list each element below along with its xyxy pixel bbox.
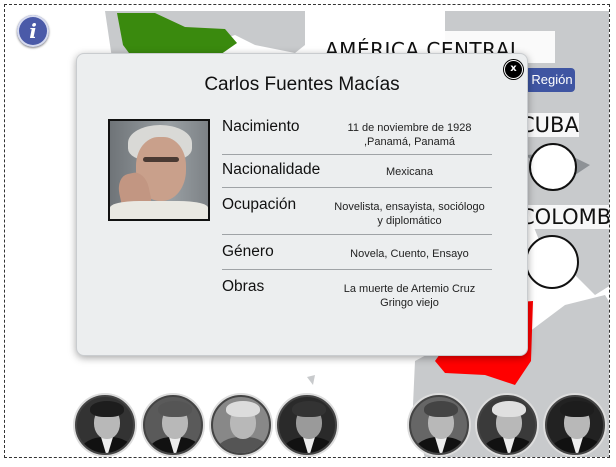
row-label: Género — [222, 243, 274, 260]
country-label-cuba: CUBA — [520, 113, 579, 137]
info-table: Nacimiento 11 de noviembre de 1928 ,Pana… — [222, 116, 492, 320]
small-island — [307, 375, 315, 385]
country-marker-cuba[interactable] — [529, 143, 577, 191]
author-bubble[interactable] — [477, 395, 537, 455]
info-row-nacimiento: Nacimiento 11 de noviembre de 1928 ,Pana… — [222, 116, 492, 155]
close-button[interactable]: x — [504, 60, 523, 79]
modal-title: Carlos Fuentes Macías — [204, 74, 400, 95]
info-row-nacionalidade: Nacionalidade Mexicana — [222, 155, 492, 188]
region-button[interactable]: Región — [525, 68, 575, 92]
country-label-colombia: COLOMBIA — [520, 205, 609, 229]
row-value: Novela, Cuento, Ensayo — [350, 248, 469, 260]
author-bubble[interactable] — [143, 395, 203, 455]
author-bubble[interactable] — [211, 395, 271, 455]
row-value: La muerte de Artemio Cruz Gringo viejo — [343, 283, 476, 309]
row-value: Mexicana — [385, 166, 434, 178]
info-button[interactable]: i — [17, 15, 49, 47]
author-info-modal: Carlos Fuentes Macías Nacimiento 11 de n… — [76, 53, 528, 356]
author-bubble[interactable] — [277, 395, 337, 455]
author-bubble[interactable] — [545, 395, 605, 455]
west-land — [5, 295, 77, 345]
country-marker-colombia[interactable] — [525, 235, 579, 289]
info-row-obras: Obras La muerte de Artemio Cruz Gringo v… — [222, 270, 492, 320]
row-label: Ocupación — [222, 196, 297, 213]
info-row-genero: Género Novela, Cuento, Ensayo — [222, 235, 492, 270]
row-label: Nacionalidade — [222, 161, 321, 178]
author-portrait — [108, 119, 210, 221]
row-value: 11 de noviembre de 1928 ,Panamá, Panamá — [347, 122, 472, 148]
row-value: Novelista, ensayista, sociólogo y diplom… — [334, 201, 485, 227]
row-label: Nacimiento — [222, 118, 300, 135]
author-bubble[interactable] — [409, 395, 469, 455]
info-row-ocupacion: Ocupación Novelista, ensayista, sociólog… — [222, 188, 492, 235]
author-bubble[interactable] — [75, 395, 135, 455]
row-label: Obras — [222, 278, 265, 295]
